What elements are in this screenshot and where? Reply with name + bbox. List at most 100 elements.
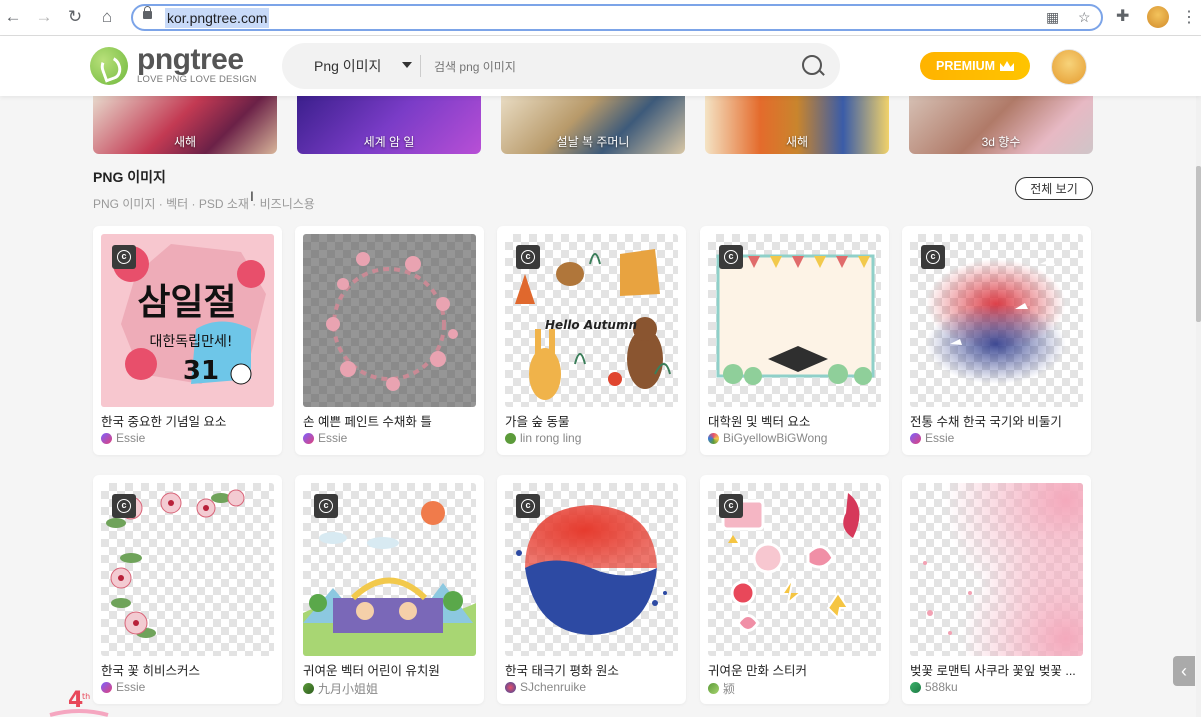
logo-tagline: LOVE PNG LOVE DESIGN — [137, 74, 257, 85]
address-bar[interactable]: kor.pngtree.com ▦ ☆ — [131, 4, 1103, 31]
card-thumbnail[interactable]: c — [708, 234, 881, 407]
reload-icon[interactable]: ↻ — [64, 6, 86, 28]
back-icon[interactable]: ← — [2, 6, 24, 28]
card-author[interactable]: 颍 — [708, 680, 735, 697]
card-author[interactable]: BiGyellowBiGWong — [708, 431, 827, 445]
author-avatar-icon — [910, 432, 921, 444]
card-thumbnail[interactable]: c — [910, 234, 1083, 407]
bookmark-star-icon[interactable]: ☆ — [1078, 9, 1091, 26]
art-number: 31 — [183, 356, 219, 386]
premium-button[interactable]: PREMIUM — [920, 52, 1030, 80]
author-name[interactable]: 588ku — [925, 680, 958, 694]
image-card[interactable]: c 한국 꽃 히비스커스 Essie — [93, 475, 282, 704]
card-author[interactable]: Essie — [303, 431, 347, 445]
banner-label: 새해 — [173, 135, 197, 149]
image-card[interactable]: Hello Autumn c 가을 숲 동물 lin rong ling — [497, 226, 686, 455]
image-card[interactable]: c 한국 태극기 평화 원소 SJchenruike — [497, 475, 686, 704]
lock-icon[interactable] — [143, 6, 152, 19]
card-title[interactable]: 귀여운 만화 스티커 — [708, 660, 883, 679]
copyright-icon: c — [516, 494, 540, 518]
author-name[interactable]: Essie — [116, 431, 145, 445]
card-thumbnail[interactable] — [303, 234, 476, 407]
scrollbar-thumb[interactable] — [1196, 166, 1201, 322]
art-subline: 대한독립만세! — [150, 334, 233, 350]
banner-card[interactable]: 설날 복 주머니 — [501, 96, 685, 154]
card-author[interactable]: 588ku — [910, 680, 958, 694]
card-title[interactable]: 전통 수채 한국 국기와 비둘기 — [910, 411, 1085, 430]
image-card[interactable]: c 전통 수채 한국 국기와 비둘기 Essie — [902, 226, 1091, 455]
browser-toolbar: ← → ↻ ⌂ kor.pngtree.com ▦ ☆ ✚ ⋮ — [0, 0, 1201, 36]
banner-card[interactable]: 세계 암 일 — [297, 96, 481, 154]
card-author[interactable]: SJchenruike — [505, 680, 586, 694]
banner-card[interactable]: 새해 — [705, 96, 889, 154]
card-author[interactable]: Essie — [101, 431, 145, 445]
pngtree-logo-icon[interactable] — [90, 47, 128, 85]
card-thumbnail[interactable]: c — [101, 483, 274, 656]
card-thumbnail[interactable]: Hello Autumn c — [505, 234, 678, 407]
search-icon[interactable] — [802, 55, 822, 75]
card-title[interactable]: 한국 태극기 평화 원소 — [505, 660, 680, 679]
banner-card[interactable]: 3d 향수 — [909, 96, 1093, 154]
card-author[interactable]: 九月小姐姐 — [303, 680, 378, 697]
page-scrollbar[interactable] — [1196, 36, 1201, 717]
card-title[interactable]: 한국 꽃 히비스커스 — [101, 660, 276, 679]
text-cursor-icon: I — [250, 188, 254, 204]
author-name[interactable]: SJchenruike — [520, 680, 586, 694]
author-name[interactable]: 颍 — [723, 680, 735, 697]
crown-icon — [1000, 61, 1015, 71]
forward-icon[interactable]: → — [33, 6, 55, 28]
url-text[interactable]: kor.pngtree.com — [165, 8, 270, 28]
author-avatar-icon — [505, 681, 516, 693]
browser-menu-icon[interactable]: ⋮ — [1181, 7, 1197, 27]
author-name[interactable]: BiGyellowBiGWong — [723, 431, 827, 445]
author-name[interactable]: 九月小姐姐 — [318, 680, 378, 697]
author-name[interactable]: lin rong ling — [520, 431, 581, 445]
copyright-icon: c — [112, 245, 136, 269]
card-author[interactable]: lin rong ling — [505, 431, 581, 445]
card-thumbnail[interactable] — [910, 483, 1083, 656]
image-card[interactable]: 벚꽃 로맨틱 사쿠라 꽃잎 벚꽃 ... 588ku — [902, 475, 1091, 704]
art-headline: 삼일절 — [137, 282, 236, 323]
image-card[interactable]: c 대학원 및 벡터 요소 BiGyellowBiGWong — [700, 226, 889, 455]
chevron-down-icon[interactable] — [402, 62, 412, 68]
card-thumbnail[interactable]: 삼일절 대한독립만세! 31 c — [101, 234, 274, 407]
card-title[interactable]: 벚꽃 로맨틱 사쿠라 꽃잎 벚꽃 ... — [910, 660, 1085, 679]
card-title[interactable]: 귀여운 벡터 어린이 유치원 — [303, 660, 478, 679]
author-name[interactable]: Essie — [116, 680, 145, 694]
author-name[interactable]: Essie — [318, 431, 347, 445]
author-avatar-icon — [708, 683, 719, 694]
author-name[interactable]: Essie — [925, 431, 954, 445]
card-title[interactable]: 대학원 및 벡터 요소 — [708, 411, 883, 430]
banner-label: 3d 향수 — [981, 135, 1021, 149]
logo-wordmark[interactable]: pngtree — [137, 43, 244, 77]
view-all-button[interactable]: 전체 보기 — [1015, 177, 1093, 200]
card-title[interactable]: 가을 숲 동물 — [505, 411, 680, 430]
author-avatar-icon — [910, 681, 921, 693]
card-author[interactable]: Essie — [910, 431, 954, 445]
copyright-icon: c — [719, 245, 743, 269]
image-card[interactable]: c 귀여운 만화 스티커 颍 — [700, 475, 889, 704]
copyright-icon: c — [314, 494, 338, 518]
banner-card[interactable]: 새해 — [93, 96, 277, 154]
copyright-icon: c — [921, 245, 945, 269]
qr-icon[interactable]: ▦ — [1046, 9, 1059, 26]
image-card[interactable]: 손 예쁜 페인트 수채화 틀 Essie — [295, 226, 484, 455]
card-title[interactable]: 손 예쁜 페인트 수채화 틀 — [303, 411, 478, 430]
card-title[interactable]: 한국 중요한 기념일 요소 — [101, 411, 276, 430]
extensions-icon[interactable]: ✚ — [1116, 6, 1129, 26]
author-avatar-icon — [708, 432, 719, 444]
card-thumbnail[interactable]: c — [303, 483, 476, 656]
image-card[interactable]: 삼일절 대한독립만세! 31 c 한국 중요한 기념일 요소 Essie — [93, 226, 282, 455]
search-input[interactable] — [432, 56, 776, 78]
home-icon[interactable]: ⌂ — [96, 6, 118, 28]
author-avatar-icon — [101, 432, 112, 444]
anniversary-badge-icon[interactable]: 4 th — [46, 685, 112, 717]
banner-label: 세계 암 일 — [363, 135, 415, 149]
image-card[interactable]: c 귀여운 벡터 어린이 유치원 九月小姐姐 — [295, 475, 484, 704]
chevron-left-icon[interactable]: ‹ — [1173, 656, 1195, 686]
profile-avatar-icon[interactable] — [1147, 6, 1169, 28]
search-type-select[interactable]: Png 이미지 — [314, 56, 381, 76]
user-avatar[interactable] — [1051, 49, 1087, 85]
card-thumbnail[interactable]: c — [505, 483, 678, 656]
card-thumbnail[interactable]: c — [708, 483, 881, 656]
